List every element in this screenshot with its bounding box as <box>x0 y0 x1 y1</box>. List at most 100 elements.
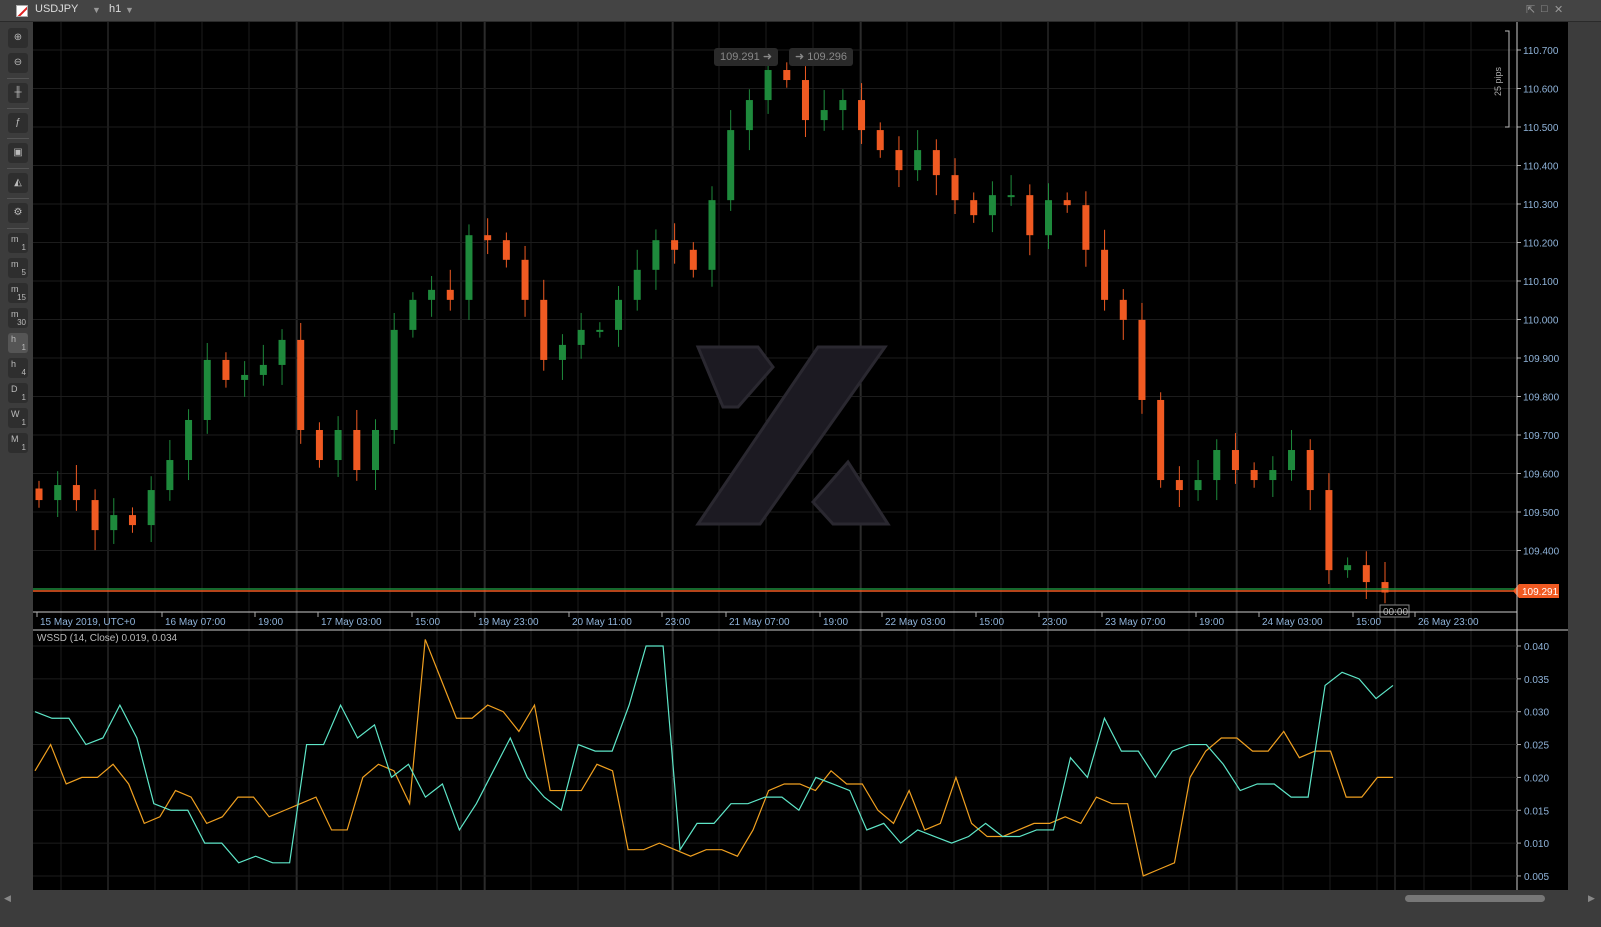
buy-price-button[interactable]: ➜ 109.296 <box>789 48 854 66</box>
candle-body <box>689 249 697 270</box>
candle-body <box>764 70 772 101</box>
time-axis-label: 24 May 03:00 <box>1262 617 1323 628</box>
timeframe-D1-button[interactable]: D1 <box>8 383 28 403</box>
pips-ruler <box>1505 30 1510 128</box>
drawing-tools-icon[interactable]: ◭ <box>8 173 28 193</box>
timeframe-m15-button[interactable]: m 15 <box>8 283 28 303</box>
candle-body <box>334 429 342 461</box>
detach-icon[interactable]: ⇱ <box>1526 3 1535 16</box>
time-axis-label: 15 May 2019, UTC+0 <box>40 617 136 628</box>
chart-area[interactable]: 110.700 110.600 110.500 110.400 110.300 110.2… <box>33 22 1568 890</box>
timeframe-h4-button[interactable]: h4 <box>8 358 28 378</box>
sell-price: 109.291 <box>720 51 760 63</box>
candle-body <box>1231 450 1239 471</box>
candle-body <box>446 289 454 300</box>
price-axis-label: 110.400 <box>1523 162 1559 173</box>
candle-body <box>147 490 155 526</box>
cbot-icon[interactable]: ▣ <box>8 143 28 163</box>
candle-body <box>166 460 174 491</box>
time-axis-label: 23 May 07:00 <box>1105 617 1166 628</box>
candle-body <box>652 240 660 270</box>
timeframe-letter: h <box>11 334 17 344</box>
candle-body <box>390 329 398 430</box>
candle-body <box>1101 249 1109 300</box>
time-axis-label: 19 May 23:00 <box>478 617 539 628</box>
chart-settings-icon[interactable]: ⚙ <box>8 203 28 223</box>
indicators-icon[interactable]: ƒ <box>8 113 28 133</box>
scrollbar-thumb[interactable] <box>1405 895 1545 902</box>
horizontal-scrollbar[interactable]: ◀ ▶ <box>0 890 1601 908</box>
time-axis-label: 23:00 <box>1042 617 1067 628</box>
candle-body <box>615 299 623 330</box>
indicator-axis-label: 0.040 <box>1524 642 1549 653</box>
candle-body <box>1175 480 1183 491</box>
timeframe-letter: D <box>11 384 18 394</box>
timeframe-number: 1 <box>21 393 26 402</box>
price-axis-label: 109.700 <box>1523 431 1560 442</box>
timeframe-M1-button[interactable]: M1 <box>8 433 28 453</box>
indicator-axis-label: 0.030 <box>1524 708 1549 719</box>
timeframe-m30-button[interactable]: m 30 <box>8 308 28 328</box>
candle-body <box>988 195 996 216</box>
candle-body <box>128 515 136 526</box>
left-toolbar: ⊕ ⊖ ╫ ƒ ▣ ◭ ⚙ m 1 m 5 m 15 m 30 h 1 h 4 D 1 W 1 M 1 <box>5 24 31 458</box>
candle-body <box>633 269 641 300</box>
zoom-in-icon[interactable]: ⊕ <box>8 28 28 48</box>
candle-body <box>502 240 510 260</box>
timeframe-number: 1 <box>21 343 26 352</box>
time-axis-label: 23:00 <box>665 617 690 628</box>
candle-body <box>1026 195 1034 236</box>
candle-body <box>35 488 43 501</box>
symbol-selector[interactable]: USDJPY <box>35 3 78 15</box>
candle-body <box>876 130 884 151</box>
time-axis-label: 26 May 23:00 <box>1418 617 1479 628</box>
sell-price-button[interactable]: 109.291 ➜ <box>714 48 779 66</box>
timeframe-W1-button[interactable]: W1 <box>8 408 28 428</box>
timeframe-dropdown-icon[interactable]: ▼ <box>125 5 134 15</box>
indicator-axis-label: 0.025 <box>1524 741 1549 752</box>
scroll-left-icon[interactable]: ◀ <box>4 893 11 904</box>
time-axis-label: 22 May 03:00 <box>885 617 946 628</box>
watermark-logo <box>695 345 775 409</box>
candle-body <box>259 364 267 375</box>
timeframe-h1-button[interactable]: h1 <box>8 333 28 353</box>
candle-body <box>970 200 978 216</box>
price-axis-label: 110.600 <box>1523 85 1559 96</box>
chart-color-icon[interactable] <box>16 5 28 17</box>
candle-body <box>72 485 80 501</box>
symbol-dropdown-icon[interactable]: ▼ <box>92 5 101 15</box>
price-axis-label: 109.500 <box>1523 508 1560 519</box>
candle-body <box>278 339 286 365</box>
close-icon[interactable]: ✕ <box>1554 3 1563 16</box>
candle-body <box>708 200 716 270</box>
price-axis-label: 110.500 <box>1523 123 1559 134</box>
chart-type-candles-icon[interactable]: ╫ <box>8 83 28 103</box>
candle-body <box>1138 319 1146 400</box>
timeframe-number: 4 <box>21 368 26 377</box>
timeframe-number: 1 <box>21 418 26 427</box>
zoom-out-icon[interactable]: ⊖ <box>8 53 28 73</box>
candle-body <box>783 70 791 81</box>
candle-body <box>596 329 604 332</box>
timeframe-m1-button[interactable]: m1 <box>8 233 28 253</box>
candle-body <box>932 150 940 176</box>
timeframe-m5-button[interactable]: m5 <box>8 258 28 278</box>
time-axis-label: 19:00 <box>258 617 283 628</box>
candle-body <box>1250 470 1258 481</box>
candle-body <box>914 150 922 171</box>
maximize-icon[interactable]: □ <box>1541 3 1548 15</box>
scroll-right-icon[interactable]: ▶ <box>1588 893 1595 904</box>
candle-body <box>372 429 379 471</box>
candle-body <box>409 299 417 330</box>
timeframe-number: 1 <box>21 243 26 252</box>
price-axis-label: 110.100 <box>1523 277 1559 288</box>
candle-body <box>1045 200 1052 236</box>
timeframe-selector[interactable]: h1 <box>109 3 121 15</box>
candle-body <box>1362 565 1370 583</box>
timeframe-number: 1 <box>21 443 26 452</box>
timeframe-letter: W <box>11 409 20 419</box>
timeframe-number: 30 <box>17 318 26 327</box>
candle-body <box>91 500 99 531</box>
candle-body <box>1288 450 1296 471</box>
time-axis-label: 16 May 07:00 <box>165 617 226 628</box>
